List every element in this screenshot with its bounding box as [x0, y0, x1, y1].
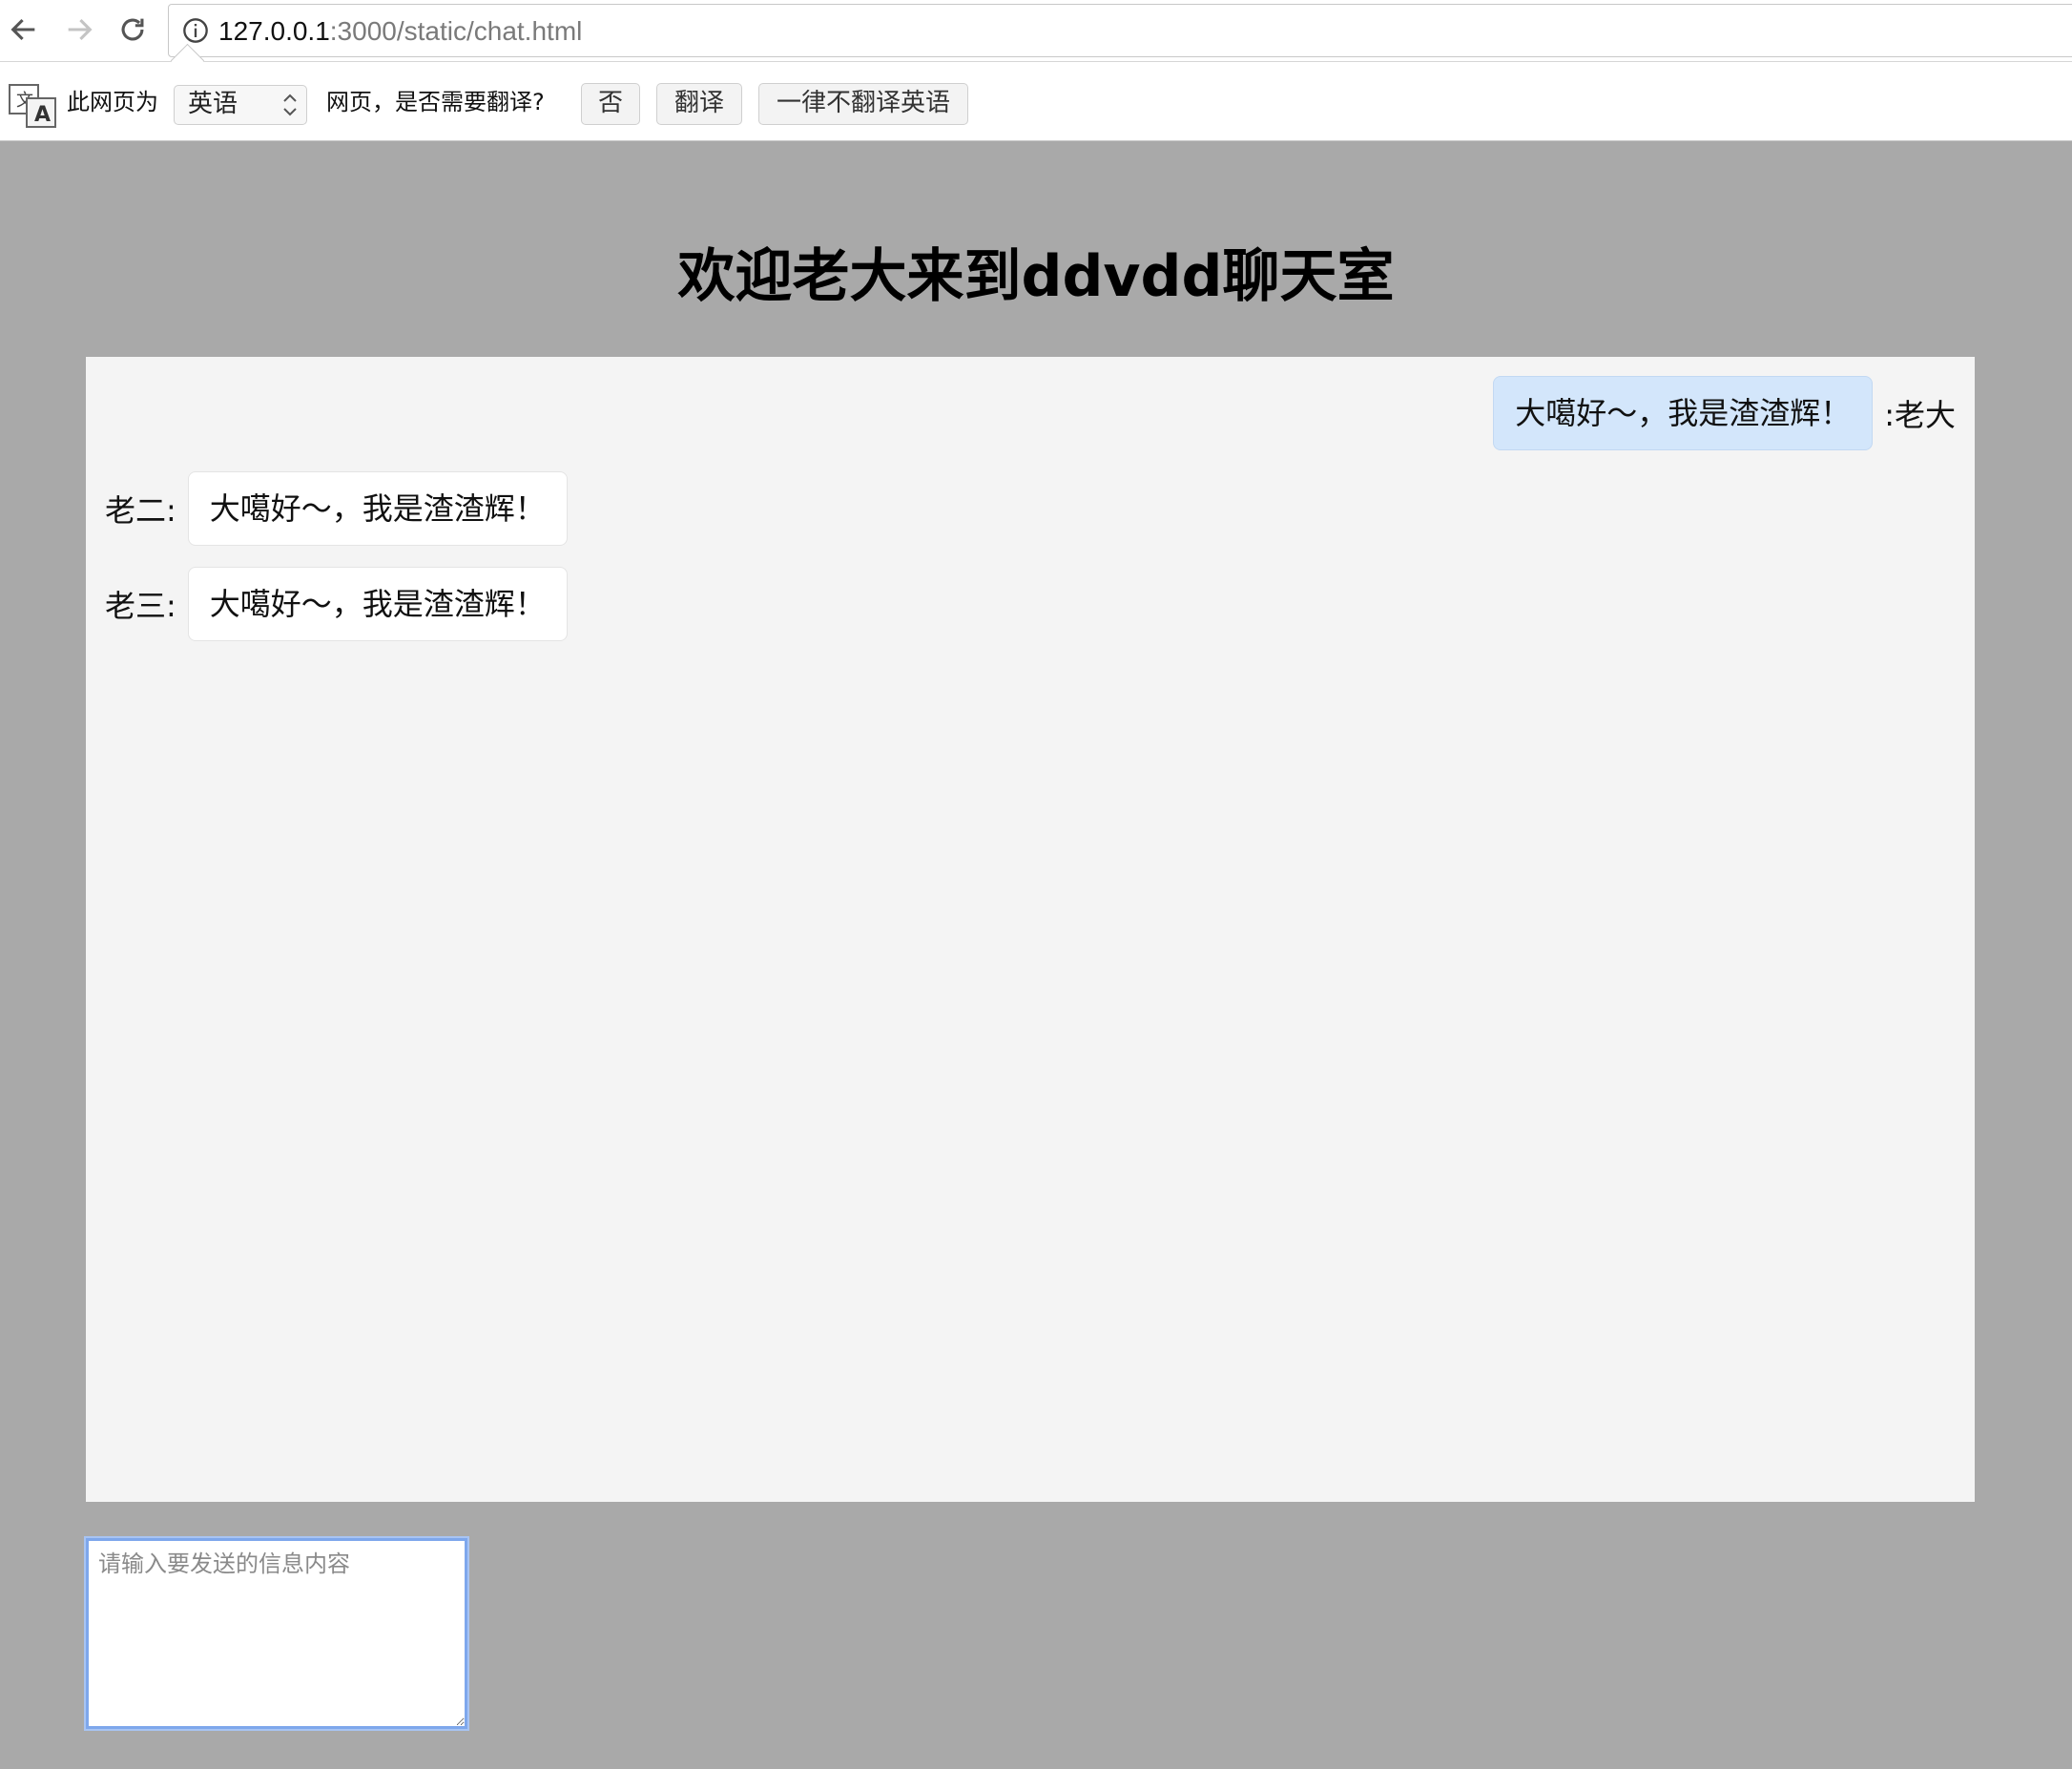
url-path: :3000/static/chat.html: [329, 16, 583, 46]
translate-icon: 文 A: [9, 84, 56, 128]
reload-button[interactable]: [113, 10, 153, 50]
address-bar[interactable]: 127.0.0.1:3000/static/chat.html: [168, 4, 2072, 57]
back-button[interactable]: [4, 10, 44, 50]
back-icon: [10, 18, 35, 41]
translate-prefix: 此网页为: [67, 89, 158, 115]
sender-name: 老二:: [105, 492, 176, 529]
message-bubble: 大噶好～，我是渣渣辉！: [1493, 376, 1874, 450]
chat-messages-panel[interactable]: 大噶好～，我是渣渣辉！ :老大 老二: 大噶好～，我是渣渣辉！ 老三: 大噶好～…: [86, 357, 1975, 1502]
sender-name: :老大: [1884, 397, 1956, 433]
url-host: 127.0.0.1: [218, 16, 330, 46]
language-select-value: 英语: [188, 90, 238, 118]
url-text: 127.0.0.1:3000/static/chat.html: [218, 5, 582, 58]
no-translate-button[interactable]: 否: [581, 83, 640, 125]
message-bubble: 大噶好～，我是渣渣辉！: [187, 567, 568, 641]
translate-infobar: 文 A 此网页为 英语 网页，是否需要翻译? 否 翻译 一律不翻译英语: [0, 43, 2072, 141]
translate-button[interactable]: 翻译: [656, 83, 742, 125]
info-icon[interactable]: [182, 17, 209, 44]
translate-suffix: 网页，是否需要翻译?: [326, 89, 545, 115]
chevron-updown-icon: [283, 94, 297, 116]
message-other: 老三: 大噶好～，我是渣渣辉！: [105, 567, 568, 641]
page-title: 欢迎老大来到ddvdd聊天室: [677, 243, 1395, 310]
never-translate-button[interactable]: 一律不翻译英语: [758, 83, 968, 125]
message-bubble: 大噶好～，我是渣渣辉！: [187, 471, 568, 546]
forward-button[interactable]: [59, 10, 99, 50]
reload-icon: [121, 18, 144, 41]
message-other: 老二: 大噶好～，我是渣渣辉！: [105, 471, 568, 546]
message-input[interactable]: [84, 1536, 469, 1731]
message-self: 大噶好～，我是渣渣辉！ :老大: [1493, 376, 1956, 450]
browser-toolbar: 127.0.0.1:3000/static/chat.html: [0, 0, 2072, 61]
svg-text:A: A: [34, 103, 51, 127]
sender-name: 老三:: [105, 588, 176, 624]
language-select[interactable]: 英语: [174, 85, 307, 125]
forward-icon: [68, 18, 93, 41]
